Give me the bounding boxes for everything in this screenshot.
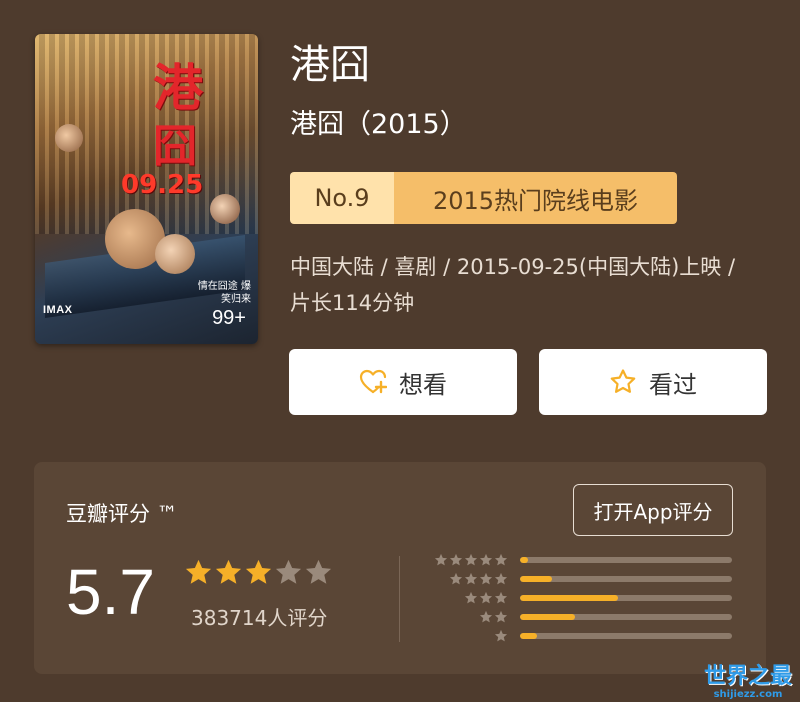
rating-distribution-row xyxy=(430,569,740,588)
distribution-bar-fill xyxy=(520,613,576,620)
star-empty-icon xyxy=(305,559,332,584)
distribution-bar-track xyxy=(520,594,732,601)
open-app-rate-button[interactable]: 打开App评分 xyxy=(573,484,733,536)
distribution-bar-fill xyxy=(520,556,529,563)
star-filled-icon xyxy=(245,559,272,584)
distribution-star-label xyxy=(430,591,508,605)
movie-meta-info: 中国大陆 / 喜剧 / 2015-09-25(中国大陆)上映 / 片长114分钟 xyxy=(290,255,736,315)
rating-heading: 豆瓣评分 ™ xyxy=(66,502,178,526)
small-star-icon xyxy=(464,591,478,603)
rating-distribution-row xyxy=(430,607,740,626)
distribution-star-label xyxy=(430,553,508,567)
small-star-icon xyxy=(494,591,508,603)
distribution-bar-fill xyxy=(520,632,537,639)
movie-poster[interactable]: 港 囧 09.25 IMAX 情在囧途 爆笑归来 99+ xyxy=(35,34,258,344)
poster-figure xyxy=(210,194,240,224)
movie-subtitle: 港囧（2015） xyxy=(290,109,467,140)
want-to-watch-button[interactable]: 想看 xyxy=(289,349,517,415)
distribution-bar-track xyxy=(520,632,732,639)
small-star-icon xyxy=(494,610,508,622)
small-star-icon xyxy=(479,553,493,565)
rating-divider xyxy=(399,556,400,642)
rating-distribution-row xyxy=(430,550,740,569)
distribution-bar-fill xyxy=(520,575,552,582)
poster-imax-logo: IMAX xyxy=(43,304,73,316)
star-filled-icon xyxy=(185,559,212,584)
poster-tagline: 情在囧途 爆笑归来 xyxy=(197,281,251,305)
watermark-title: 世界之最 xyxy=(703,664,792,689)
small-star-icon xyxy=(479,572,493,584)
small-star-icon xyxy=(494,572,508,584)
poster-figure xyxy=(55,124,83,152)
poster-figure xyxy=(155,234,195,274)
poster-count-badge: 99+ xyxy=(212,307,246,329)
small-star-icon xyxy=(479,610,493,622)
douban-rating-panel: 豆瓣评分 ™ 打开App评分 5.7 383714人评分 xyxy=(34,462,766,674)
heart-plus-icon xyxy=(359,369,387,395)
watched-button[interactable]: 看过 xyxy=(539,349,767,415)
rank-number: No.9 xyxy=(290,172,394,224)
rank-label: 2015热门院线电影 xyxy=(394,172,677,224)
rating-stars xyxy=(184,558,333,587)
distribution-bar-track xyxy=(520,575,732,582)
small-star-icon xyxy=(449,553,463,565)
rating-distribution-row xyxy=(430,626,740,645)
distribution-bar-fill xyxy=(520,594,618,601)
watched-label: 看过 xyxy=(649,370,697,399)
distribution-star-label xyxy=(430,629,508,643)
star-filled-icon xyxy=(215,559,242,584)
rating-count: 383714人评分 xyxy=(191,606,328,630)
star-empty-icon xyxy=(275,559,302,584)
distribution-star-label xyxy=(430,610,508,624)
small-star-icon xyxy=(464,553,478,565)
small-star-icon xyxy=(494,553,508,565)
poster-release-date: 09.25 xyxy=(121,170,204,200)
watermark-url: shijiezz.com xyxy=(713,689,783,700)
watermark-logo: 世界之最 shijiezz.com xyxy=(703,664,792,701)
distribution-bar-track xyxy=(520,556,732,563)
star-outline-icon xyxy=(609,368,637,396)
small-star-icon xyxy=(464,572,478,584)
poster-title-char-2: 囧 xyxy=(153,121,197,172)
distribution-bar-track xyxy=(520,613,732,620)
small-star-icon xyxy=(449,572,463,584)
rating-score: 5.7 xyxy=(66,556,155,628)
small-star-icon xyxy=(434,553,448,565)
want-to-watch-label: 想看 xyxy=(399,370,447,399)
small-star-icon xyxy=(494,629,508,641)
movie-title: 港囧 xyxy=(290,42,370,88)
small-star-icon xyxy=(479,591,493,603)
rank-badge[interactable]: No.9 2015热门院线电影 xyxy=(290,172,677,224)
rating-distribution-row xyxy=(430,588,740,607)
distribution-star-label xyxy=(430,572,508,586)
rating-distribution xyxy=(430,550,740,645)
